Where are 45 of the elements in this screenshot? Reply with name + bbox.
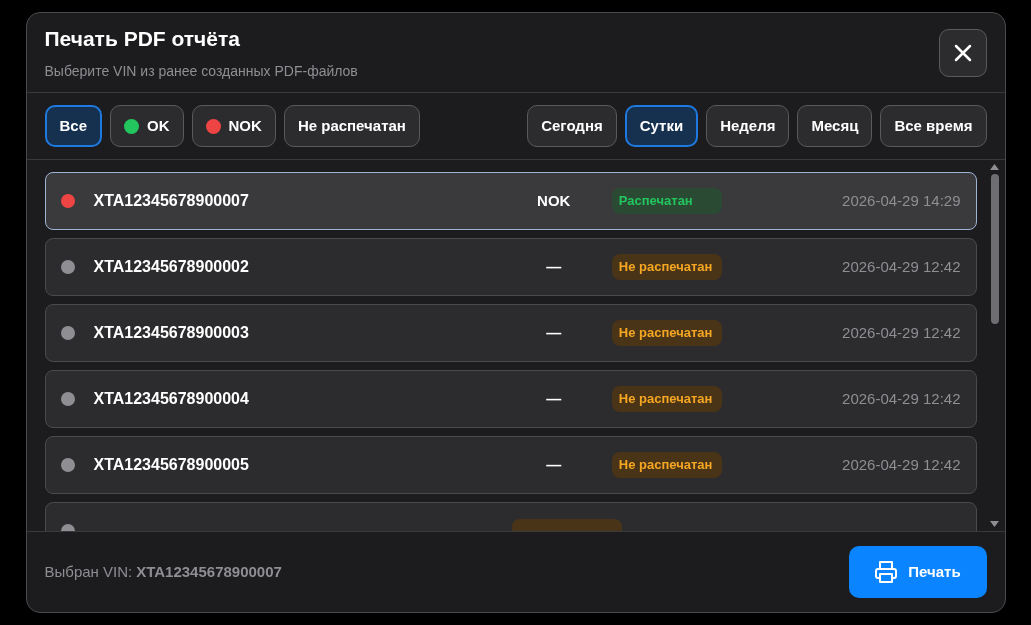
vin-text: XTA12345678900004 — [93, 389, 250, 409]
filter-button[interactable]: NOK — [191, 105, 276, 147]
date-text: 2026-04-29 12:42 — [842, 388, 961, 409]
dialog-title: Печать PDF отчёта — [44, 26, 241, 53]
print-status-badge: Не распечатан — [611, 386, 722, 412]
filter-button[interactable]: Все — [44, 105, 103, 147]
file-row[interactable]: XTA12345678900002 — Не распечатан 2026-04-29 12:42 — [44, 238, 977, 296]
date-text: 2026-04-29 12:42 — [842, 322, 961, 343]
file-row[interactable]: XTA12345678900004 — Не распечатан 2026-04-29 12:42 — [44, 370, 977, 428]
print-status-badge: Не распечатан — [611, 452, 722, 478]
filter-button[interactable]: Сегодня — [527, 105, 617, 147]
vin-text: XTA12345678900003 — [93, 323, 250, 343]
result-text: — — [545, 256, 563, 277]
date-text: 2026-04-29 12:42 — [842, 256, 961, 277]
file-row[interactable]: XTA12345678900003 — Не распечатан 2026-04-29 12:42 — [44, 304, 977, 362]
filter-button[interactable]: Неделя — [706, 105, 790, 147]
filter-button[interactable]: OK — [110, 105, 184, 147]
scrollbar-thumb[interactable] — [990, 174, 999, 324]
date-text: 2026-04-29 12:42 — [842, 454, 961, 475]
result-text: — — [545, 322, 563, 343]
result-text: — — [545, 388, 563, 409]
close-button[interactable] — [938, 28, 987, 77]
close-icon — [953, 43, 972, 62]
scroll-down-icon — [990, 521, 999, 527]
filter-button[interactable]: Не распечатан — [283, 105, 420, 147]
vin-text: XTA12345678900007 — [93, 191, 250, 211]
filter-button[interactable]: Все время — [880, 105, 987, 147]
file-row[interactable]: XTA12345678900005 — Не распечатан 2026-04-29 12:42 — [44, 436, 977, 494]
filter-button[interactable]: Сутки — [624, 105, 699, 147]
result-text: — — [545, 454, 563, 475]
vin-text: XTA12345678900005 — [93, 455, 250, 475]
selected-label: Выбран VIN: — [44, 561, 133, 582]
print-status-badge: Не распечатан — [611, 320, 722, 346]
selected-vin: XTA12345678900007 — [136, 561, 282, 582]
printer-icon — [874, 560, 899, 584]
print-status-badge: Не распечатан — [611, 254, 722, 280]
filter-button[interactable]: Месяц — [797, 105, 873, 147]
dialog-subtitle: Выберите VIN из ранее созданных PDF-файлов — [44, 61, 358, 81]
file-row[interactable]: XTA12345678900007 NOK Распечатан 2026-04-29 14:29 — [44, 172, 977, 230]
print-button[interactable]: Печать — [848, 546, 987, 598]
result-text: NOK — [536, 190, 572, 211]
scroll-up-icon — [990, 164, 999, 170]
vin-text: XTA12345678900002 — [93, 257, 250, 277]
print-status-badge: Распечатан — [611, 188, 722, 214]
date-text: 2026-04-29 14:29 — [842, 190, 961, 211]
